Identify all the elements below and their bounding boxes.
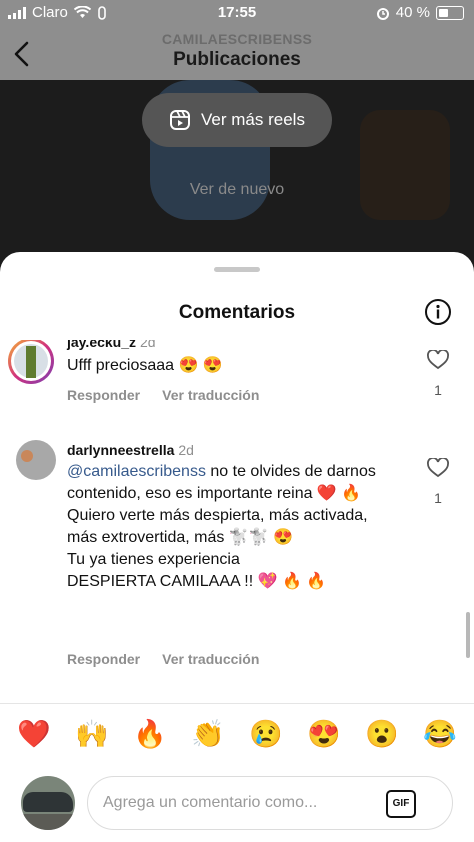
avatar-car-photo [23,792,73,812]
avatar[interactable] [8,340,54,384]
comment-input[interactable]: Agrega un comentario como... GIF [87,776,453,830]
reply-button[interactable]: Responder [67,651,140,667]
emoji-button[interactable]: 😢 [246,718,286,750]
heart-icon[interactable] [427,458,449,478]
avatar[interactable] [16,440,56,480]
see-more-reels-button[interactable]: Ver más reels [142,93,332,147]
comment-time: 2d [140,340,156,350]
emoji-quick-bar: ❤️ 🙌 🔥 👏 😢 😍 😮 😂 [14,718,460,750]
comment-input-placeholder: Agrega un comentario como... [103,794,318,811]
battery-percent: 40 % [395,4,430,21]
emoji-button[interactable]: 🔥 [130,718,170,750]
emoji-button[interactable]: ❤️ [14,718,54,750]
comment-time: 2d [178,442,194,458]
status-bar: Claro 17:55 40 % [0,0,474,26]
sheet-drag-handle[interactable] [214,267,260,272]
emoji-button[interactable]: 🙌 [72,718,112,750]
emoji-button[interactable]: 😂 [420,718,460,750]
replay-link[interactable]: Ver de nuevo [0,181,474,199]
gif-button[interactable]: GIF [386,790,416,818]
comment-actions: Responder Ver traducción [67,651,259,667]
reply-button[interactable]: Responder [67,387,140,403]
comment-actions: Responder Ver traducción [67,387,259,403]
battery-icon [436,5,464,20]
comments-title: Comentarios [178,302,296,323]
translate-button[interactable]: Ver traducción [162,387,259,403]
info-icon[interactable] [424,298,452,326]
header-username: CAMILAESCRIBENSS [161,31,313,47]
comment-text: @camilaescribenss no te olvides de darno… [67,463,376,590]
see-more-reels-label: Ver más reels [201,110,305,129]
comment-username[interactable]: jay.ecku_z 2d [67,340,156,350]
alarm-icon [376,7,389,20]
mention-link[interactable]: @camilaescribenss [67,463,206,480]
comment-text: Ufff preciosaaa 😍 😍 [67,357,223,374]
heart-icon[interactable] [427,350,449,370]
page-title: Publicaciones [173,49,301,70]
comments-sheet: Comentarios jay.ecku_z 2d Ufff preciosaaa… [0,252,474,842]
emoji-button[interactable]: 😮 [362,718,402,750]
scrollbar[interactable] [466,612,470,658]
divider [0,703,474,704]
like-count: 1 [434,490,442,506]
emoji-button[interactable]: 👏 [188,718,228,750]
avatar-ground [21,814,75,830]
comment-username[interactable]: darlynneestrella 2d [67,442,194,458]
like-count: 1 [434,382,442,398]
header-bar: Claro 17:55 40 % CAMILAESCRIBENSS Public… [0,0,474,80]
translate-button[interactable]: Ver traducción [162,651,259,667]
video-background [360,110,450,220]
comments-list[interactable]: jay.ecku_z 2d Ufff preciosaaa 😍 😍 Respond… [0,340,474,702]
emoji-button[interactable]: 😍 [304,718,344,750]
my-avatar [21,776,75,830]
reels-icon [170,110,191,130]
